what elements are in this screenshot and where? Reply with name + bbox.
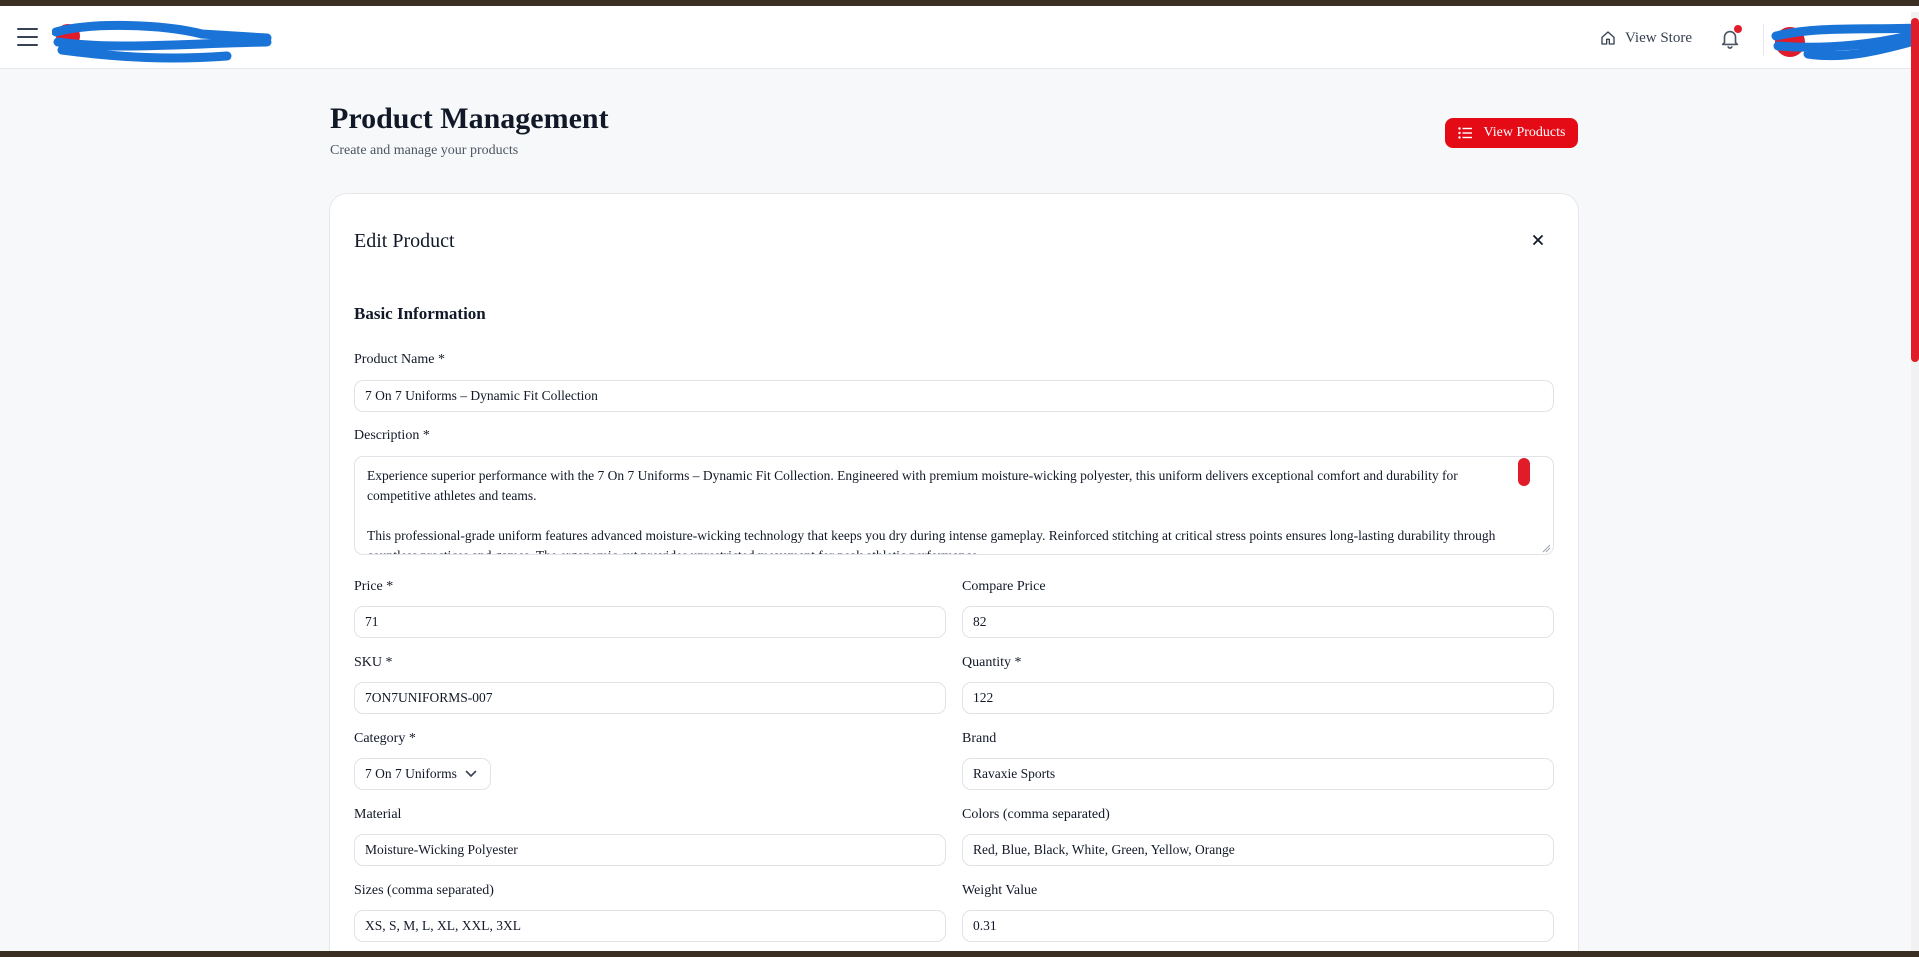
quantity-label: Quantity *: [962, 655, 1022, 670]
sku-label: SKU *: [354, 655, 393, 670]
page-subtitle: Create and manage your products: [330, 143, 519, 158]
notifications-button[interactable]: [1719, 25, 1742, 50]
list-icon: [1457, 127, 1472, 139]
home-icon: [1601, 31, 1615, 45]
redacted-user-avatar[interactable]: [1768, 20, 1919, 76]
brand-label: Brand: [962, 731, 997, 746]
category-label: Category *: [354, 731, 416, 746]
redacted-logo[interactable]: [52, 20, 272, 66]
close-icon[interactable]: [1530, 232, 1546, 248]
product-name-label: Product Name *: [354, 352, 445, 367]
page-scrollbar-thumb[interactable]: [1911, 18, 1919, 362]
app-viewport: View Store Product Management Create and…: [0, 6, 1919, 951]
view-store-label: View Store: [1625, 29, 1693, 46]
compare-price-input[interactable]: [962, 606, 1554, 638]
card-title: Edit Product: [354, 230, 455, 252]
category-select[interactable]: 7 On 7 Uniforms: [354, 758, 491, 790]
weight-value-label: Weight Value: [962, 883, 1038, 898]
price-input[interactable]: [354, 606, 946, 638]
resize-handle-icon[interactable]: [1541, 543, 1551, 553]
colors-label: Colors (comma separated): [962, 807, 1110, 822]
description-paragraph: Experience superior performance with the…: [367, 468, 1458, 503]
brand-input[interactable]: [962, 758, 1554, 790]
chevron-down-icon: [465, 770, 477, 778]
description-textarea[interactable]: Experience superior performance with the…: [354, 456, 1554, 555]
sizes-input[interactable]: [354, 910, 946, 942]
page-title: Product Management: [330, 102, 609, 135]
colors-input[interactable]: [962, 834, 1554, 866]
section-title-basic-information: Basic Information: [354, 304, 486, 323]
material-label: Material: [354, 807, 402, 822]
top-bar: View Store: [0, 6, 1919, 69]
notification-dot: [1734, 25, 1742, 33]
sku-input[interactable]: [354, 682, 946, 714]
category-selected-value: 7 On 7 Uniforms: [365, 766, 457, 781]
sizes-label: Sizes (comma separated): [354, 883, 494, 898]
view-store-link[interactable]: View Store: [1600, 28, 1692, 48]
topbar-divider: [1763, 24, 1764, 56]
weight-value-input[interactable]: [962, 910, 1554, 942]
description-label: Description *: [354, 428, 430, 443]
compare-price-label: Compare Price: [962, 579, 1046, 594]
product-name-input[interactable]: [354, 380, 1554, 412]
description-scrollbar[interactable]: [1518, 458, 1530, 486]
description-paragraph: This professional-grade uniform features…: [367, 528, 1496, 554]
hamburger-icon[interactable]: [17, 28, 38, 46]
view-products-label: View Products: [1483, 125, 1566, 140]
edit-product-card: Edit Product Basic Information Product N…: [329, 193, 1579, 951]
price-label: Price *: [354, 579, 394, 594]
quantity-input[interactable]: [962, 682, 1554, 714]
view-products-button[interactable]: View Products: [1445, 118, 1578, 148]
material-input[interactable]: [354, 834, 946, 866]
